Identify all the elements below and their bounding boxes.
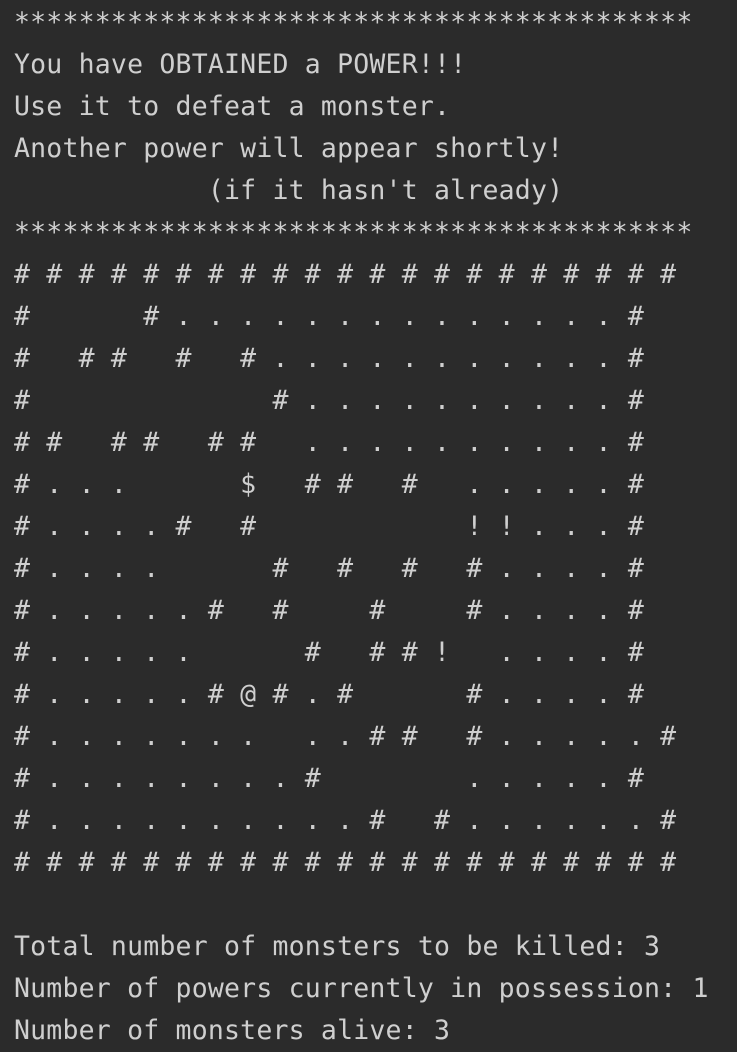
grid-row: # # # # # # # # # # # # # # # # # # # # … bbox=[14, 259, 677, 290]
grid-row: # . . . . . # # # ! . . . . # bbox=[14, 637, 645, 668]
status-monsters-to-kill: Total number of monsters to be killed: 3 bbox=[14, 931, 661, 962]
status-monsters-alive: Number of monsters alive: 3 bbox=[14, 1015, 451, 1046]
grid-row: # # # # # # . . . . . . . . . . # bbox=[14, 427, 645, 458]
grid-row: # . . . . . # @ # . # # . . . . # bbox=[14, 679, 645, 710]
grid-row: # . . . . # # ! ! . . . # bbox=[14, 511, 645, 542]
grid-row: # . . . . . . . . # . . . . . # bbox=[14, 763, 645, 794]
game-grid: # # # # # # # # # # # # # # # # # # # # … bbox=[14, 254, 709, 884]
grid-row: # # . . . . . . . . . . # bbox=[14, 385, 645, 416]
console-output: ****************************************… bbox=[14, 2, 709, 1052]
banner-line-another: Another power will appear shortly! bbox=[14, 133, 564, 164]
banner-line-obtained: You have OBTAINED a POWER!!! bbox=[14, 49, 467, 80]
grid-row: # . . . . . . . . . . # # . . . . . . # bbox=[14, 805, 677, 836]
banner-line-if: (if it hasn't already) bbox=[14, 175, 564, 206]
grid-row: # # . . . . . . . . . . . . . . # bbox=[14, 301, 645, 332]
status-powers-in-possession: Number of powers currently in possession… bbox=[14, 973, 709, 1004]
grid-row: # # # # # # # # # # # # # # # # # # # # … bbox=[14, 847, 677, 878]
banner-top-border: ****************************************… bbox=[14, 7, 693, 38]
grid-row: # . . . . . # # # # . . . . # bbox=[14, 595, 645, 626]
grid-row: # . . . $ # # # . . . . . # bbox=[14, 469, 645, 500]
banner-line-use: Use it to defeat a monster. bbox=[14, 91, 451, 122]
banner-bottom-border: ****************************************… bbox=[14, 217, 693, 248]
grid-row: # . . . . . . . . . # # # . . . . . # bbox=[14, 721, 677, 752]
grid-row: # . . . . # # # # . . . . # bbox=[14, 553, 645, 584]
grid-row: # # # # # . . . . . . . . . . . # bbox=[14, 343, 645, 374]
